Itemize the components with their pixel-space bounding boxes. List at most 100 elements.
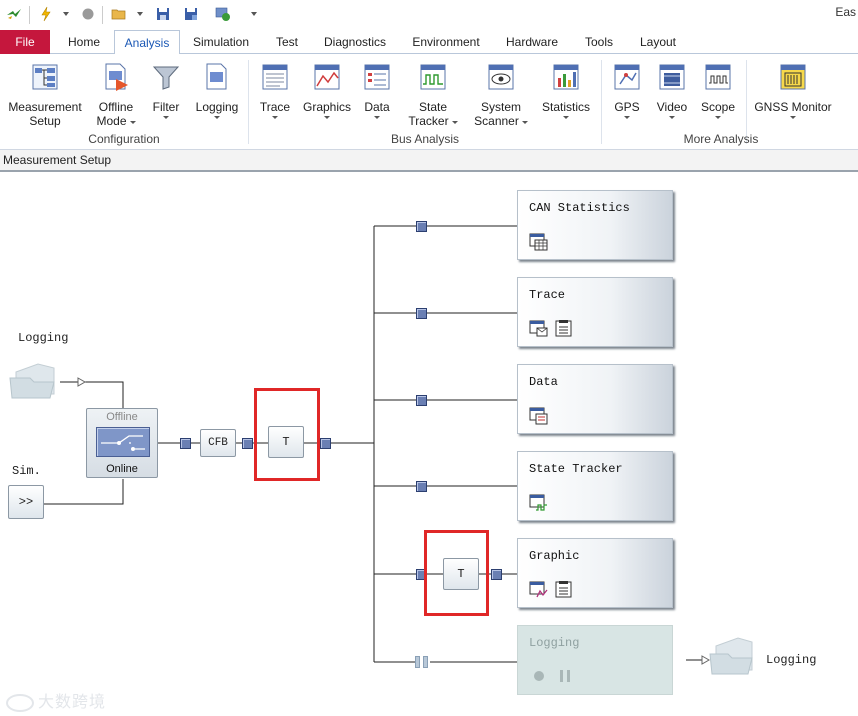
- pause-icon[interactable]: [560, 670, 572, 682]
- statistics-dropdown-arrow[interactable]: [563, 116, 569, 119]
- data-button[interactable]: Data: [358, 58, 396, 130]
- state-tracker-title: State Tracker: [529, 462, 623, 476]
- switch-toggle[interactable]: [96, 427, 150, 457]
- node-can-statistics[interactable]: [416, 221, 427, 232]
- state-tracker-window-icon: [529, 494, 547, 511]
- logging-icon: [206, 63, 227, 90]
- tab-tools[interactable]: Tools: [578, 30, 620, 54]
- statistics-label: Statistics: [541, 100, 590, 114]
- state-tracker-button[interactable]: State Tracker: [404, 58, 462, 130]
- stop-icon[interactable]: [80, 6, 96, 22]
- node-trigger-out[interactable]: [320, 438, 331, 449]
- data-label: Data: [364, 100, 390, 114]
- open-folder-icon[interactable]: [111, 6, 127, 22]
- logging-folder-icon[interactable]: [8, 358, 62, 400]
- scope-button[interactable]: Scope: [696, 58, 740, 130]
- measurement-setup-label-1: Measurement: [8, 100, 82, 114]
- sim-button[interactable]: >>: [8, 485, 44, 519]
- logging-source-label: Logging: [18, 331, 69, 345]
- video-icon: [659, 64, 685, 90]
- group-label-more-analysis: More Analysis: [683, 132, 759, 146]
- online-offline-switch[interactable]: Offline Online: [86, 408, 158, 478]
- statistics-window-icon: [529, 233, 548, 251]
- tab-simulation[interactable]: Simulation: [186, 30, 256, 54]
- gnss-monitor-icon: [780, 64, 806, 90]
- tab-analysis[interactable]: Analysis: [114, 30, 180, 55]
- state-tracker-block[interactable]: State Tracker: [517, 451, 673, 521]
- node-switch-out[interactable]: [180, 438, 191, 449]
- trace-dropdown-arrow[interactable]: [272, 116, 278, 119]
- statistics-icon: [553, 64, 579, 90]
- save-as-icon[interactable]: [183, 6, 199, 22]
- tab-environment[interactable]: Environment: [404, 30, 488, 54]
- group-label-configuration: Configuration: [88, 132, 160, 146]
- watermark-logo-icon: [6, 693, 34, 712]
- filter-button[interactable]: Filter: [146, 58, 186, 130]
- node-trace[interactable]: [416, 308, 427, 319]
- gnss-monitor-button[interactable]: GNSS Monitor: [750, 58, 836, 130]
- data-dropdown-arrow[interactable]: [374, 116, 380, 119]
- trace-button[interactable]: Trace: [254, 58, 296, 130]
- group-label-bus-analysis: Bus Analysis: [390, 132, 460, 146]
- app-logo-icon[interactable]: [6, 6, 22, 22]
- node-graphic-out[interactable]: [491, 569, 502, 580]
- logging-output-folder-icon[interactable]: [708, 632, 760, 676]
- trace-block[interactable]: Trace: [517, 277, 673, 347]
- customize-toolbar-arrow[interactable]: [251, 12, 257, 16]
- measurement-setup-label-2: Setup: [29, 114, 61, 128]
- logging-block[interactable]: Logging: [517, 625, 673, 695]
- gnss-monitor-dropdown-arrow[interactable]: [790, 116, 796, 119]
- record-icon[interactable]: [534, 671, 544, 681]
- can-statistics-block[interactable]: CAN Statistics: [517, 190, 673, 260]
- scope-dropdown-arrow[interactable]: [715, 116, 721, 119]
- switch-online-label: Online: [106, 463, 138, 475]
- logging-button[interactable]: Logging: [192, 58, 242, 130]
- cfb-block[interactable]: CFB: [200, 429, 236, 457]
- logging-dropdown-arrow[interactable]: [214, 116, 220, 119]
- ribbon-tabs: File Home Analysis Simulation Test Diagn…: [0, 30, 858, 55]
- tab-layout[interactable]: Layout: [632, 30, 684, 54]
- save-icon[interactable]: [155, 6, 171, 22]
- network-globe-icon[interactable]: [215, 6, 231, 22]
- tab-diagnostics[interactable]: Diagnostics: [318, 30, 392, 54]
- node-data[interactable]: [416, 395, 427, 406]
- logging-output-label: Logging: [766, 653, 817, 667]
- graphics-dropdown-arrow[interactable]: [324, 116, 330, 119]
- highlight-box-graphic-trigger: [424, 530, 489, 616]
- logging-label: Logging: [195, 100, 239, 114]
- graphic-title: Graphic: [529, 549, 580, 563]
- scope-icon: [705, 64, 731, 90]
- gps-dropdown-arrow[interactable]: [624, 116, 630, 119]
- filter-dropdown-arrow[interactable]: [163, 116, 169, 119]
- graphics-icon: [314, 64, 340, 90]
- trace-icon: [262, 64, 288, 90]
- system-scanner-label-1: System: [480, 100, 521, 114]
- system-scanner-button[interactable]: System Scanner: [470, 58, 532, 130]
- tab-hardware[interactable]: Hardware: [500, 30, 564, 54]
- node-state-tracker[interactable]: [416, 481, 427, 492]
- offline-mode-dropdown-arrow[interactable]: [129, 121, 136, 125]
- tab-home[interactable]: Home: [60, 30, 108, 54]
- node-logging-break[interactable]: [415, 656, 430, 668]
- tab-file[interactable]: File: [0, 30, 50, 54]
- open-dropdown-arrow[interactable]: [137, 12, 143, 16]
- start-dropdown-arrow[interactable]: [63, 12, 69, 16]
- lightning-icon[interactable]: [38, 6, 54, 22]
- video-dropdown-arrow[interactable]: [669, 116, 675, 119]
- tab-test[interactable]: Test: [268, 30, 306, 54]
- measurement-setup-button[interactable]: Measurement Setup: [4, 58, 86, 130]
- data-block[interactable]: Data: [517, 364, 673, 434]
- gps-button[interactable]: GPS: [606, 58, 648, 130]
- offline-mode-button[interactable]: Offline Mode: [92, 58, 140, 130]
- system-scanner-label-2: Scanner: [474, 114, 519, 128]
- graphic-block[interactable]: Graphic: [517, 538, 673, 608]
- graphics-button[interactable]: Graphics: [300, 58, 354, 130]
- system-scanner-dropdown-arrow[interactable]: [521, 121, 528, 125]
- state-tracker-dropdown-arrow[interactable]: [451, 121, 458, 125]
- data-icon: [364, 64, 390, 90]
- statistics-button[interactable]: Statistics: [538, 58, 594, 130]
- video-button[interactable]: Video: [652, 58, 692, 130]
- node-cfb-out[interactable]: [242, 438, 253, 449]
- graphics-label: Graphics: [302, 100, 352, 114]
- gps-icon: [614, 64, 640, 90]
